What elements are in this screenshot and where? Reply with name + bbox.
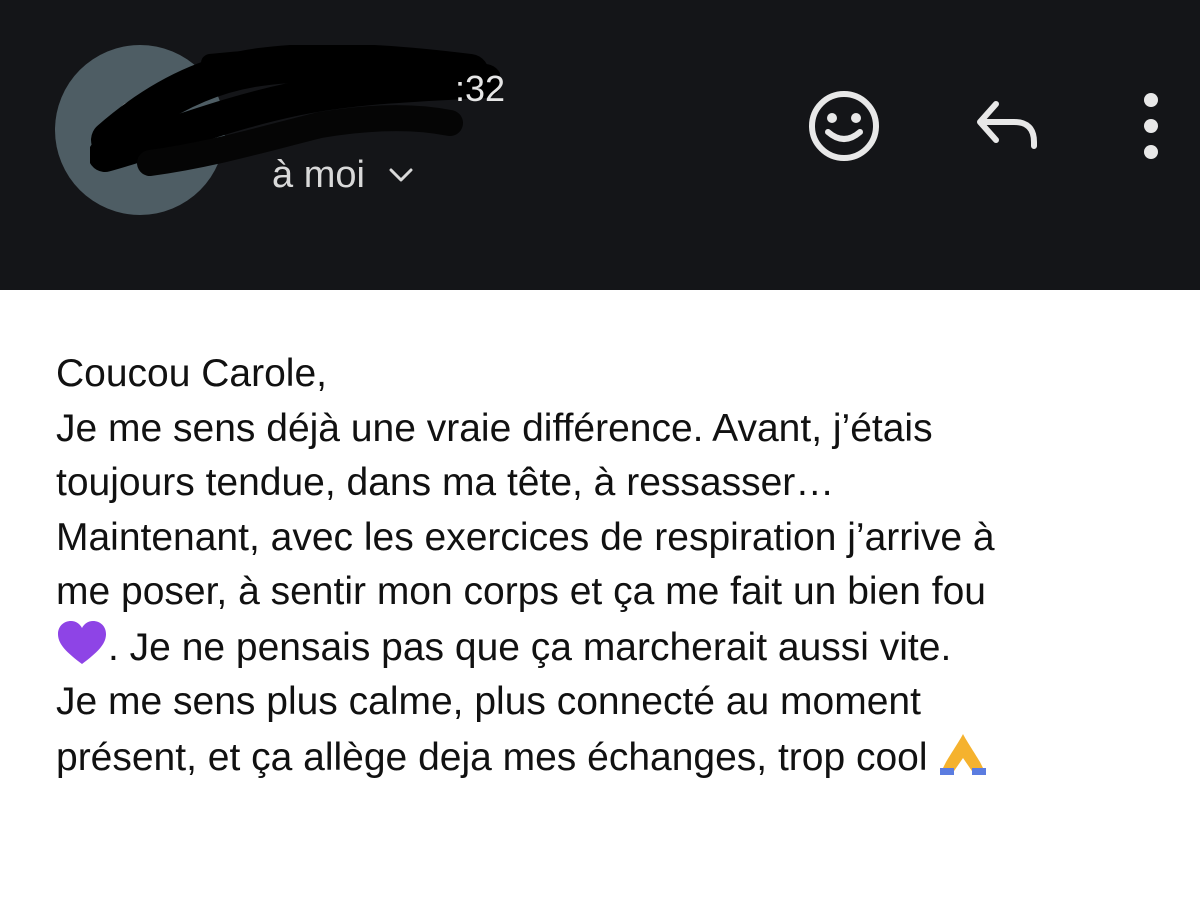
message-line-text: . Je ne pensais pas que ça marcherait au… (108, 625, 952, 669)
message-line: me poser, à sentir mon corps et ça me fa… (56, 570, 986, 613)
message-line-with-heart: . Je ne pensais pas que ça marcherait au… (56, 620, 1176, 676)
message-line: Je me sens plus calme, plus connecté au … (56, 680, 921, 723)
message-time: :32 (455, 68, 506, 109)
emoji-reaction-icon[interactable] (806, 88, 882, 164)
message-line-text: présent, et ça allège deja mes échanges,… (56, 735, 939, 779)
message-line: toujours tendue, dans ma tête, à ressass… (56, 461, 835, 504)
recipient-dropdown[interactable]: à moi (272, 150, 413, 200)
message-body: Coucou Carole, Je me sens déjà une vraie… (56, 347, 1176, 785)
message-line: Maintenant, avec les exercices de respir… (56, 515, 995, 559)
more-vert-icon[interactable] (1126, 88, 1176, 164)
purple-heart-icon (58, 620, 106, 664)
message-line: Je me sens déjà une vraie différence. Av… (56, 406, 933, 450)
reply-icon[interactable] (970, 90, 1042, 162)
folded-hands-icon (940, 733, 987, 775)
recipient-label: à moi (272, 153, 365, 196)
email-header: C :32 à moi (0, 0, 1200, 290)
chevron-down-icon (389, 168, 413, 182)
message-line-with-pray: présent, et ça allège deja mes échanges,… (56, 730, 1176, 786)
message-line: Coucou Carole, (56, 352, 327, 395)
